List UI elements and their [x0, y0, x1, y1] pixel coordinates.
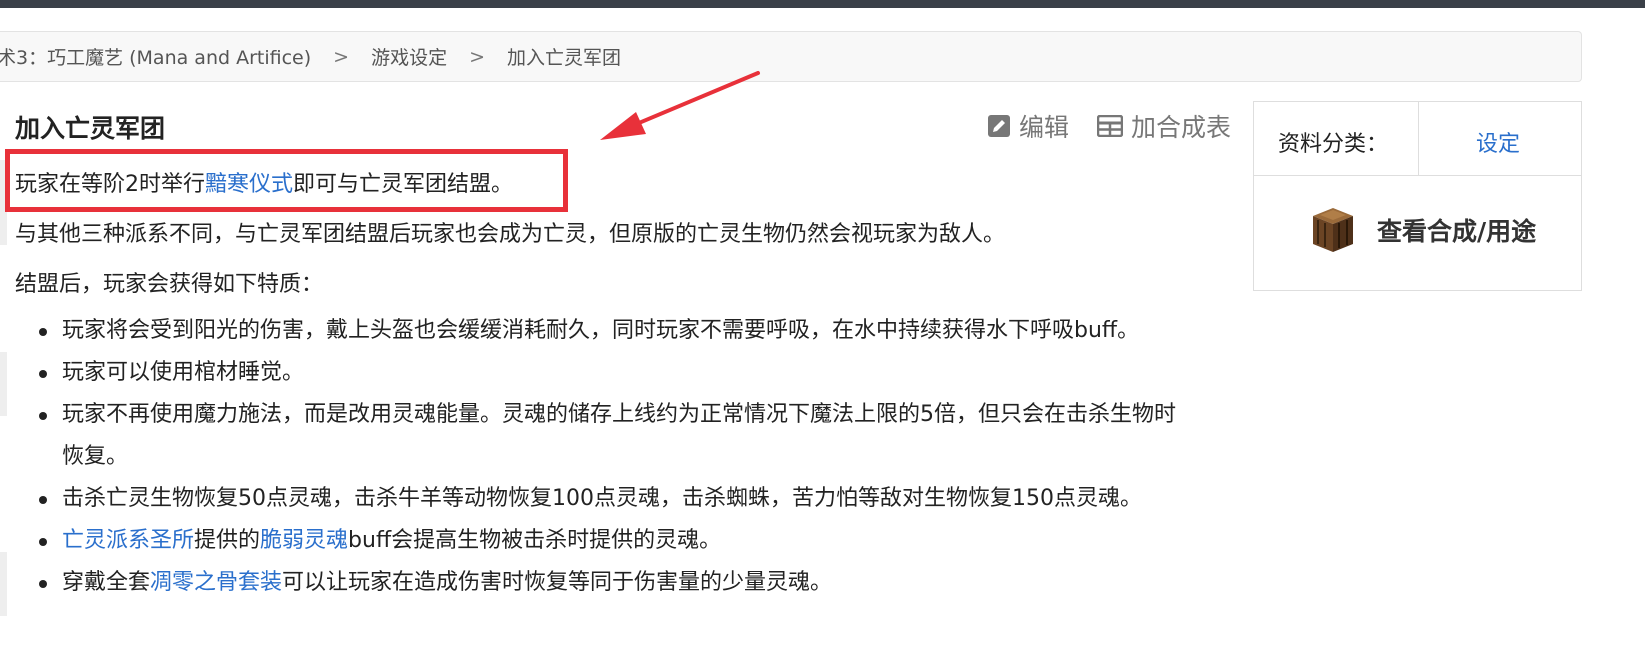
add-craft-table-button[interactable]: 加合成表 — [1097, 109, 1231, 143]
trait-text: 穿戴全套 — [62, 570, 151, 595]
undead-description-paragraph: 与其他三种派系不同，与亡灵军团结盟后玩家也会成为亡灵，但原版的亡灵生物仍然会视玩… — [15, 222, 1006, 247]
link-wither-bone-set[interactable]: 凋零之骨套装 — [150, 570, 282, 595]
trait-text-wrap: 恢复。 — [62, 444, 129, 469]
list-item: 穿戴全套凋零之骨套装可以让玩家在造成伤害时恢复等同于伤害量的少量灵魂。 — [36, 562, 1236, 604]
table-icon — [1097, 115, 1123, 137]
breadcrumb-separator: > — [469, 45, 485, 68]
list-item: 亡灵派系圣所提供的脆弱灵魂buff会提高生物被击杀时提供的灵魂。 — [36, 520, 1236, 562]
breadcrumb-item-mod[interactable]: 术3：巧工魔艺 (Mana and Artifice) — [0, 43, 311, 70]
breadcrumb-separator: > — [333, 45, 350, 68]
link-fragile-soul[interactable]: 脆弱灵魂 — [260, 528, 348, 553]
infobox: 资料分类： 设定 查看合成/用途 — [1253, 101, 1582, 291]
breadcrumb: 术3：巧工魔艺 (Mana and Artifice) > 游戏设定 > 加入亡… — [0, 31, 1582, 82]
edit-button-label: 编辑 — [1019, 113, 1070, 142]
traits-list: 玩家将会受到阳光的伤害，戴上头盔也会缓缓消耗耐久，同时玩家不需要呼吸，在水中持续… — [36, 310, 1236, 604]
trait-text: 可以让玩家在造成伤害时恢复等同于伤害量的少量灵魂。 — [282, 570, 833, 595]
page-title: 加入亡灵军团 — [15, 114, 166, 143]
breadcrumb-item-settings[interactable]: 游戏设定 — [371, 43, 447, 70]
view-recipe-label: 查看合成/用途 — [1377, 217, 1537, 246]
traits-intro-paragraph: 结盟后，玩家会获得如下特质： — [15, 272, 324, 297]
trait-text: 玩家不再使用魔力施法，而是改用灵魂能量。灵魂的储存上线约为正常情况下魔法上限的5… — [62, 402, 1177, 427]
view-recipe-button[interactable]: 查看合成/用途 — [1309, 206, 1536, 254]
highlight-annotation-box — [5, 149, 568, 212]
edit-button[interactable]: 编辑 — [987, 109, 1069, 143]
crafting-table-icon — [1313, 208, 1353, 252]
infobox-divider — [1418, 102, 1419, 176]
trait-text: 玩家可以使用棺材睡觉。 — [62, 360, 305, 385]
infobox-category-row: 资料分类： 设定 — [1254, 102, 1581, 176]
list-item: 击杀亡灵生物恢复50点灵魂，击杀牛羊等动物恢复100点灵魂，击杀蜘蛛，苦力怕等敌… — [36, 478, 1236, 520]
add-craft-table-label: 加合成表 — [1131, 113, 1232, 142]
trait-text: 提供的 — [194, 528, 261, 553]
trait-text: 玩家将会受到阳光的伤害，戴上头盔也会缓缓消耗耐久，同时玩家不需要呼吸，在水中持续… — [62, 318, 1140, 343]
pencil-square-icon — [988, 115, 1010, 137]
breadcrumb-item-current: 加入亡灵军团 — [507, 47, 622, 69]
list-item: 玩家可以使用棺材睡觉。 — [36, 352, 1236, 394]
category-link[interactable]: 设定 — [1476, 126, 1520, 158]
left-rail-segment — [0, 352, 7, 416]
link-undead-sanctuary[interactable]: 亡灵派系圣所 — [62, 528, 194, 553]
category-label: 资料分类： — [1278, 132, 1389, 157]
left-rail-segment — [0, 552, 7, 616]
trait-text: 击杀亡灵生物恢复50点灵魂，击杀牛羊等动物恢复100点灵魂，击杀蜘蛛，苦力怕等敌… — [62, 486, 1142, 511]
trait-text: buff会提高生物被击杀时提供的灵魂。 — [348, 528, 722, 553]
list-item: 玩家将会受到阳光的伤害，戴上头盔也会缓缓消耗耐久，同时玩家不需要呼吸，在水中持续… — [36, 310, 1236, 352]
browser-top-strip — [0, 0, 1645, 8]
list-item: 玩家不再使用魔力施法，而是改用灵魂能量。灵魂的储存上线约为正常情况下魔法上限的5… — [36, 394, 1236, 478]
